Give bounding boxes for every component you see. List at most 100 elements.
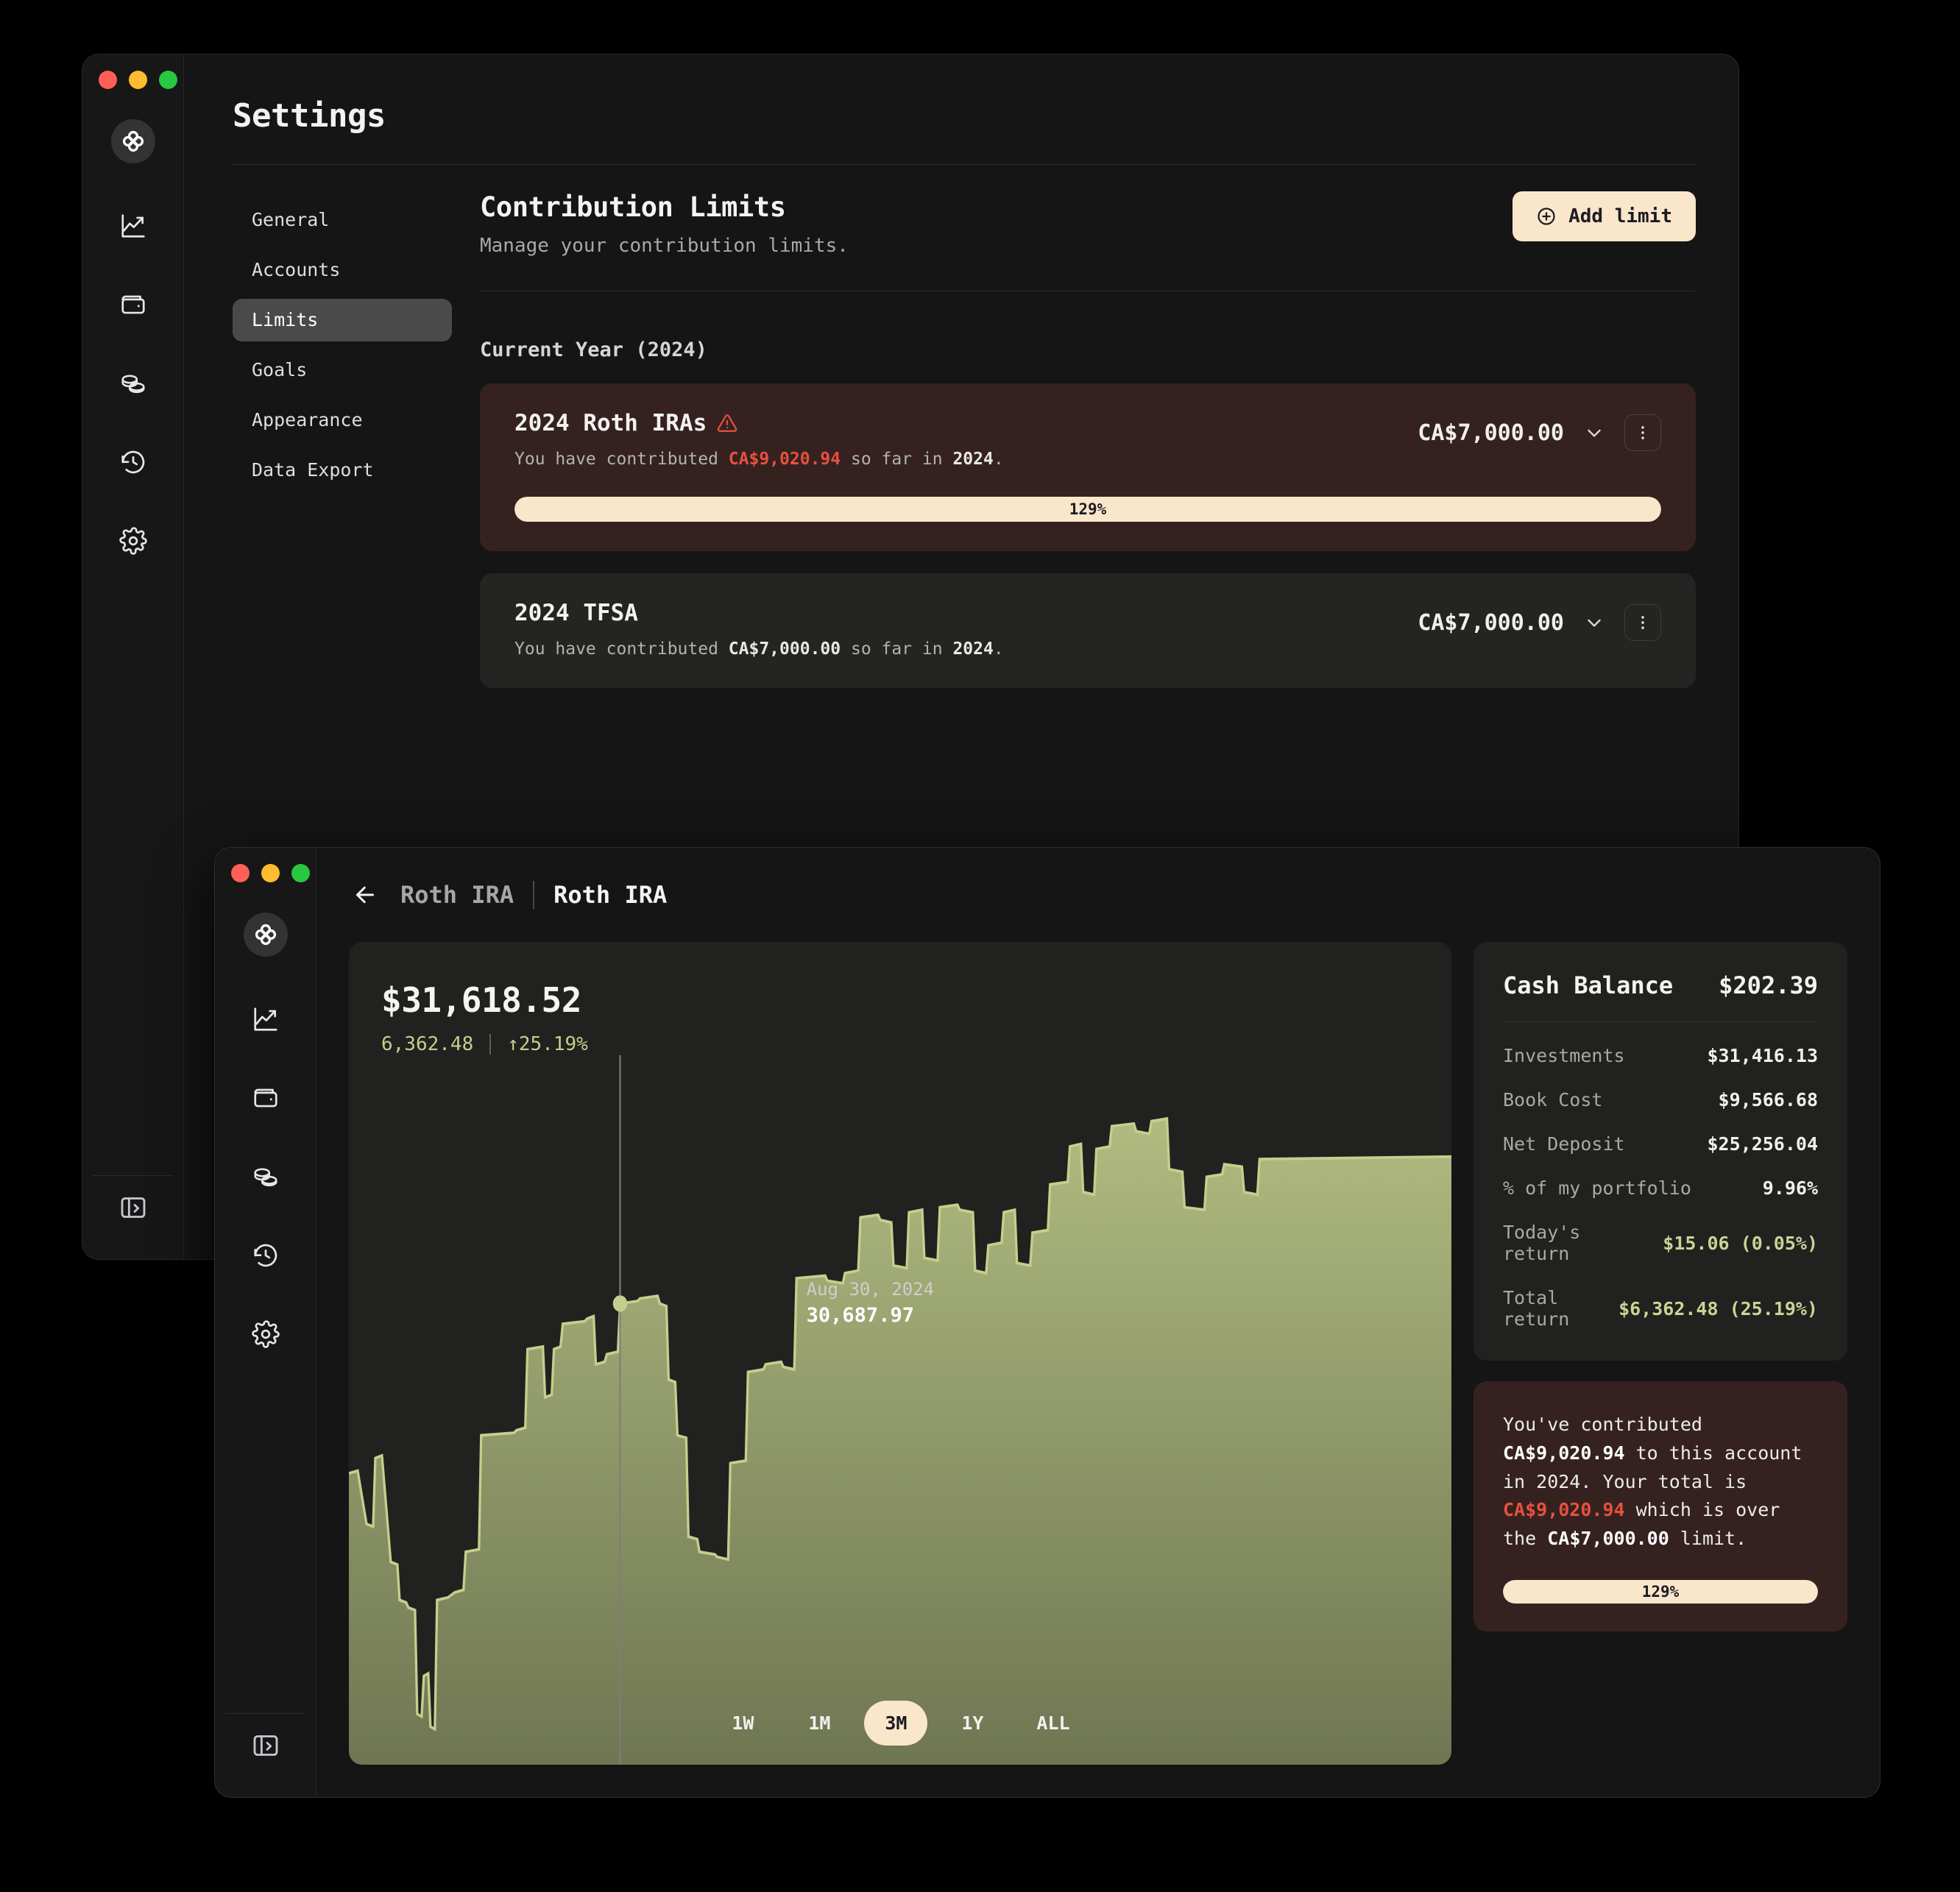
- app-logo-icon[interactable]: [243, 913, 288, 957]
- settings-icon-rail: [82, 54, 184, 1259]
- cash-balance-title: Cash Balance: [1503, 971, 1674, 999]
- limit-title: 2024 TFSA: [514, 600, 638, 626]
- stat-value: $6,362.48 (25.19%): [1618, 1297, 1818, 1319]
- chart-line-icon[interactable]: [119, 212, 147, 240]
- limit-card-roth-ira[interactable]: 2024 Roth IRAs You have contributed CA$9…: [480, 383, 1696, 551]
- stat-value: $15.06 (0.05%): [1663, 1232, 1818, 1254]
- limit-progress-bar: 129%: [514, 497, 1661, 522]
- area-chart-svg: [349, 1055, 1451, 1765]
- limit-more-options-button[interactable]: [1624, 414, 1661, 451]
- wallet-icon[interactable]: [119, 291, 147, 319]
- sidebar-item-accounts[interactable]: Accounts: [233, 249, 452, 291]
- gear-icon[interactable]: [251, 1320, 280, 1348]
- wallet-icon[interactable]: [252, 1084, 280, 1112]
- stat-row-todays-return: Today's return $15.06 (0.05%): [1503, 1222, 1818, 1264]
- limit-amount: CA$7,000.00: [1418, 609, 1564, 636]
- chart-area-fill: [349, 1119, 1451, 1765]
- stat-value: $25,256.04: [1707, 1133, 1818, 1155]
- maximize-window-button[interactable]: [291, 864, 310, 882]
- stat-label: Investments: [1503, 1045, 1625, 1066]
- minimize-window-button[interactable]: [129, 71, 147, 89]
- sidebar-item-general[interactable]: General: [233, 199, 452, 241]
- breadcrumb: Roth IRA Roth IRA: [316, 860, 1880, 930]
- stat-value: $31,416.13: [1707, 1045, 1818, 1066]
- limit-title: 2024 Roth IRAs: [514, 410, 707, 436]
- chart-hover-point: [612, 1295, 628, 1312]
- breadcrumb-separator: [533, 881, 535, 909]
- chart-plot-area[interactable]: Aug 30, 2024 30,687.97 1W 1M 3M 1Y ALL: [349, 1055, 1451, 1765]
- contribution-warning-card: You've contributed CA$9,020.94 to this a…: [1473, 1381, 1847, 1631]
- window-controls-detail: [231, 864, 310, 882]
- sidebar-item-data-export[interactable]: Data Export: [233, 449, 452, 492]
- contrib-limit-amount: CA$7,000.00: [1547, 1528, 1669, 1549]
- range-button-1y[interactable]: 1Y: [941, 1701, 1004, 1746]
- maximize-window-button[interactable]: [159, 71, 177, 89]
- stat-row-portfolio-percent: % of my portfolio 9.96%: [1503, 1177, 1818, 1199]
- breadcrumb-parent[interactable]: Roth IRA: [400, 881, 514, 909]
- portfolio-change-percent: ↑25.19%: [507, 1033, 588, 1055]
- sidebar-item-goals[interactable]: Goals: [233, 349, 452, 391]
- detail-icon-rail: [215, 848, 316, 1797]
- sidebar-toggle-icon[interactable]: [251, 1731, 280, 1763]
- stat-value: $9,566.68: [1718, 1089, 1818, 1110]
- limit-desc-prefix: You have contributed: [514, 450, 729, 469]
- sidebar-item-limits[interactable]: Limits: [233, 299, 452, 341]
- limit-desc-suffix: .: [993, 450, 1004, 469]
- range-button-1w[interactable]: 1W: [711, 1701, 774, 1746]
- limit-desc-mid: so far in: [841, 639, 953, 659]
- contribution-progress-label: 129%: [1641, 1582, 1680, 1601]
- coins-icon[interactable]: [119, 369, 147, 397]
- gear-icon[interactable]: [118, 527, 147, 555]
- chevron-down-icon[interactable]: [1580, 419, 1608, 447]
- close-window-button[interactable]: [99, 71, 117, 89]
- stat-label: Book Cost: [1503, 1089, 1603, 1110]
- close-window-button[interactable]: [231, 864, 250, 882]
- sidebar-toggle-icon[interactable]: [118, 1193, 148, 1225]
- minimize-window-button[interactable]: [261, 864, 280, 882]
- contrib-suffix: limit.: [1669, 1528, 1747, 1549]
- range-button-1m[interactable]: 1M: [788, 1701, 851, 1746]
- limit-year: 2024: [952, 450, 994, 469]
- chevron-down-icon[interactable]: [1580, 609, 1608, 637]
- time-range-selector: 1W 1M 3M 1Y ALL: [349, 1701, 1451, 1746]
- portfolio-value: $31,618.52: [381, 980, 581, 1020]
- stat-row-net-deposit: Net Deposit $25,256.04: [1503, 1133, 1818, 1155]
- breadcrumb-current: Roth IRA: [553, 881, 668, 909]
- range-button-all[interactable]: ALL: [1017, 1701, 1089, 1746]
- coins-icon[interactable]: [252, 1163, 280, 1191]
- contrib-amount-1: CA$9,020.94: [1503, 1442, 1625, 1464]
- app-logo-icon[interactable]: [110, 119, 155, 163]
- limit-desc-mid: so far in: [841, 450, 953, 469]
- stat-label: Total return: [1503, 1287, 1570, 1330]
- limit-progress-label: 129%: [1069, 500, 1107, 518]
- limit-contributed-amount: CA$9,020.94: [728, 450, 841, 469]
- contribution-progress-bar: 129%: [1503, 1579, 1818, 1604]
- history-icon[interactable]: [252, 1241, 280, 1269]
- add-limit-button-label: Add limit: [1568, 205, 1672, 227]
- stat-label: % of my portfolio: [1503, 1177, 1691, 1199]
- limit-card-tfsa[interactable]: 2024 TFSA You have contributed CA$7,000.…: [480, 573, 1696, 688]
- range-button-3m[interactable]: 3M: [864, 1701, 928, 1746]
- change-separator: [489, 1034, 492, 1055]
- detail-body: Roth IRA Roth IRA $31,618.52 6,362.48 ↑2…: [316, 848, 1880, 1797]
- stat-label: Net Deposit: [1503, 1133, 1625, 1155]
- limit-amount: CA$7,000.00: [1418, 419, 1564, 446]
- contribution-message: You've contributed CA$9,020.94 to this a…: [1503, 1411, 1818, 1553]
- sidebar-item-appearance[interactable]: Appearance: [233, 399, 452, 442]
- add-limit-button[interactable]: Add limit: [1513, 191, 1696, 241]
- window-controls-settings: [99, 71, 177, 89]
- portfolio-change-amount: 6,362.48: [381, 1033, 474, 1055]
- plus-circle-icon: [1536, 206, 1557, 227]
- limit-desc-prefix: You have contributed: [514, 639, 729, 659]
- stat-row-book-cost: Book Cost $9,566.68: [1503, 1089, 1818, 1110]
- current-year-label: Current Year (2024): [480, 339, 707, 361]
- limit-contributed-amount: CA$7,000.00: [728, 639, 841, 659]
- contrib-amount-2: CA$9,020.94: [1503, 1499, 1625, 1521]
- detail-side-column: Cash Balance $202.39 Investments $31,416…: [1473, 942, 1847, 1765]
- portfolio-chart-card: $31,618.52 6,362.48 ↑25.19% Aug 30, 2024…: [349, 942, 1451, 1765]
- account-detail-window: Roth IRA Roth IRA $31,618.52 6,362.48 ↑2…: [215, 848, 1880, 1797]
- history-icon[interactable]: [119, 448, 147, 476]
- arrow-left-icon[interactable]: [349, 879, 381, 911]
- limit-more-options-button[interactable]: [1624, 604, 1661, 641]
- chart-line-icon[interactable]: [252, 1005, 280, 1033]
